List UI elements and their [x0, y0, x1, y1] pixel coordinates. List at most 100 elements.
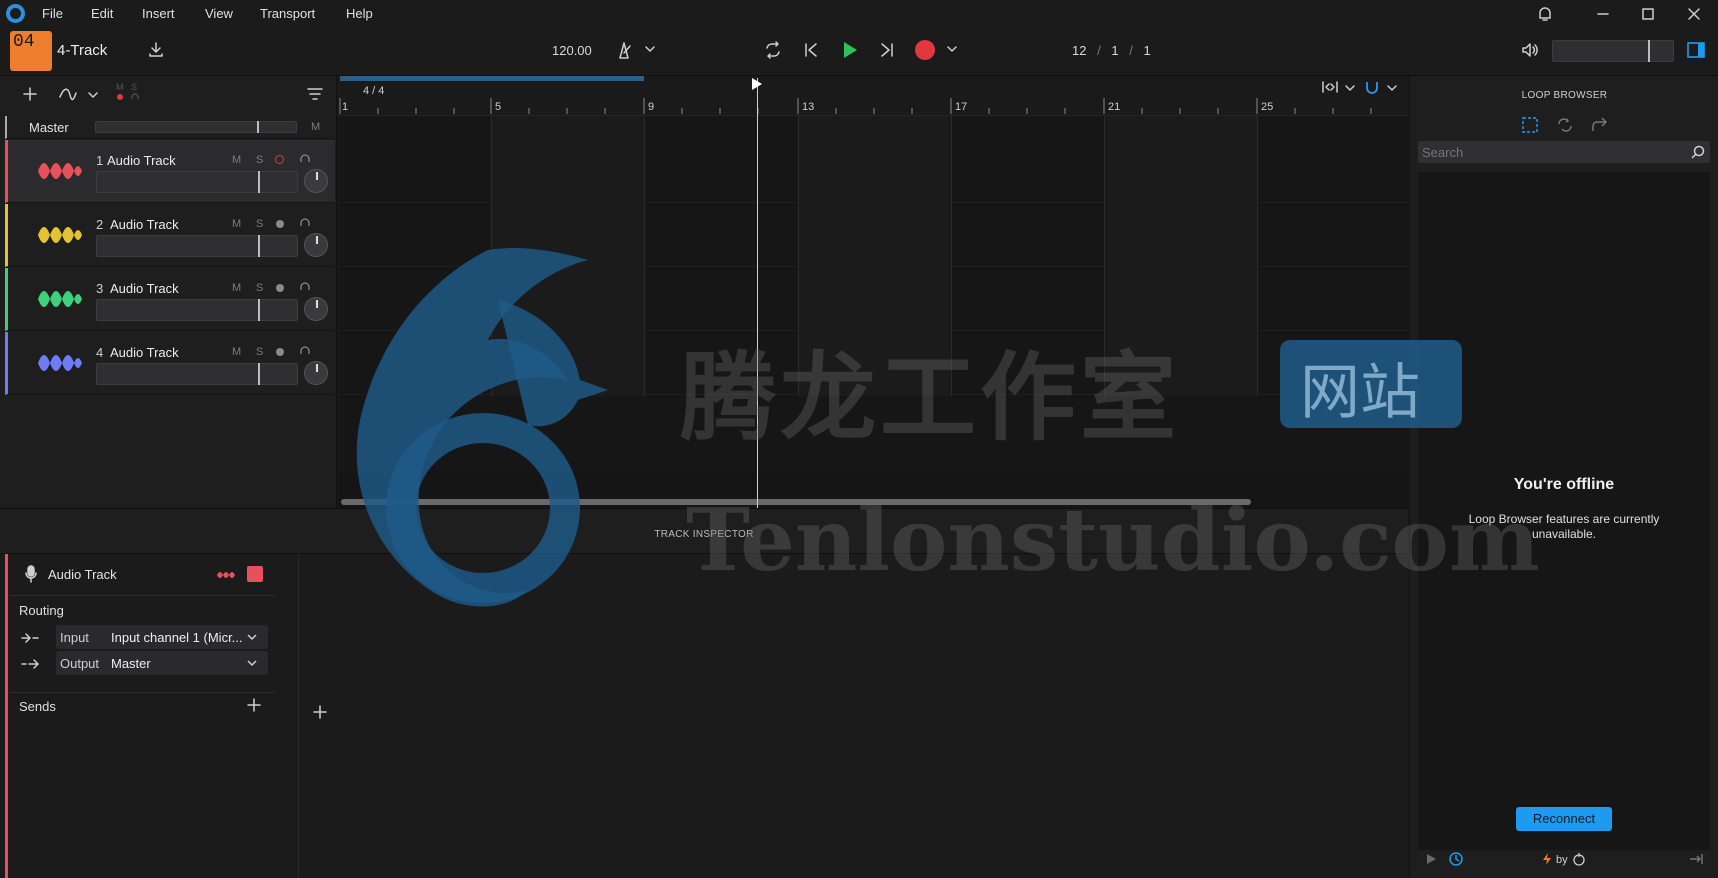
- mute-button[interactable]: M: [232, 346, 241, 358]
- arrange-view[interactable]: [338, 76, 1408, 508]
- horizontal-scrollbar[interactable]: [341, 499, 1251, 505]
- global-record-dot[interactable]: [117, 94, 123, 100]
- menu-view[interactable]: View: [205, 6, 233, 21]
- project-badge[interactable]: 04: [10, 31, 52, 71]
- track-row[interactable]: 2 Audio Track M S: [5, 204, 335, 267]
- loop-browser-panel: LOOP BROWSER You're offline Loop Browser…: [1409, 76, 1718, 878]
- record-arm-button[interactable]: [276, 284, 284, 292]
- timeline-ruler[interactable]: 4 / 4 1 5 9 13 17 21 25: [338, 76, 1408, 116]
- maximize-icon[interactable]: [1640, 6, 1656, 22]
- inspector-track-name[interactable]: Audio Track: [48, 567, 117, 582]
- playhead[interactable]: [757, 78, 758, 508]
- add-insert-icon[interactable]: [313, 705, 327, 719]
- select-icon[interactable]: [1521, 116, 1539, 134]
- monitor-icon[interactable]: [299, 281, 311, 293]
- track-color-swatch[interactable]: [247, 566, 263, 582]
- monitor-icon[interactable]: [299, 217, 311, 229]
- menu-help[interactable]: Help: [346, 6, 373, 21]
- track-name[interactable]: Audio Track: [107, 153, 176, 168]
- loop-search-field[interactable]: [1418, 141, 1710, 163]
- global-mute-label[interactable]: M: [116, 82, 124, 92]
- loop-icon[interactable]: [762, 39, 784, 61]
- bar-number: 25: [1261, 101, 1274, 113]
- waveform-icon: [38, 291, 82, 307]
- track-name[interactable]: Audio Track: [110, 345, 179, 360]
- loop-search-input[interactable]: [1422, 143, 1672, 161]
- track-row[interactable]: 1 Audio Track M S: [5, 140, 335, 203]
- playhead-marker-icon[interactable]: [752, 78, 762, 90]
- zoom-dropdown-icon[interactable]: [1344, 82, 1356, 94]
- tempo-value[interactable]: 120.00: [552, 43, 592, 58]
- global-solo-label[interactable]: S: [131, 82, 137, 92]
- snap-magnet-icon[interactable]: [1364, 79, 1380, 97]
- automation-dropdown-icon[interactable]: [87, 89, 99, 101]
- master-mute-button[interactable]: M: [311, 121, 320, 133]
- mute-button[interactable]: M: [232, 154, 241, 166]
- track-inspector-header[interactable]: TRACK INSPECTOR: [0, 508, 1408, 554]
- download-icon[interactable]: [147, 41, 165, 59]
- menu-transport[interactable]: Transport: [260, 6, 315, 21]
- track-name[interactable]: Audio Track: [110, 281, 179, 296]
- track-row[interactable]: 3 Audio Track M S: [5, 268, 335, 331]
- search-icon[interactable]: [1690, 144, 1706, 160]
- record-arm-button[interactable]: [275, 155, 284, 164]
- solo-button[interactable]: S: [256, 282, 263, 294]
- mute-button[interactable]: M: [232, 218, 241, 230]
- record-icon[interactable]: [915, 40, 935, 60]
- pan-knob[interactable]: [304, 361, 328, 385]
- play-icon[interactable]: [840, 39, 860, 61]
- pan-knob[interactable]: [304, 297, 328, 321]
- inspector-waveform-icon[interactable]: [216, 568, 236, 582]
- add-send-icon[interactable]: [247, 698, 261, 712]
- collapse-panel-icon[interactable]: [1688, 852, 1704, 866]
- pan-knob[interactable]: [304, 169, 328, 193]
- add-track-icon[interactable]: [22, 86, 38, 102]
- metronome-dropdown-icon[interactable]: [644, 43, 656, 55]
- menu-insert[interactable]: Insert: [142, 6, 175, 21]
- track-volume-fader[interactable]: [96, 363, 298, 385]
- menu-file[interactable]: File: [42, 6, 63, 21]
- redo-icon[interactable]: [1590, 116, 1610, 134]
- track-volume-fader[interactable]: [96, 299, 298, 321]
- position-display[interactable]: 12 / 1 / 1: [1072, 43, 1151, 58]
- input-select[interactable]: Input Input channel 1 (Micr...: [56, 625, 268, 649]
- preview-play-icon[interactable]: [1424, 852, 1438, 866]
- master-volume-slider[interactable]: [1552, 40, 1674, 62]
- solo-button[interactable]: S: [256, 346, 263, 358]
- monitor-icon[interactable]: [299, 153, 311, 165]
- track-volume-fader[interactable]: [96, 235, 298, 257]
- close-icon[interactable]: [1686, 6, 1702, 22]
- menu-edit[interactable]: Edit: [91, 6, 113, 21]
- record-dropdown-icon[interactable]: [946, 43, 958, 55]
- automation-icon[interactable]: [58, 85, 78, 103]
- track-volume-fader[interactable]: [96, 171, 298, 193]
- snap-dropdown-icon[interactable]: [1386, 82, 1398, 94]
- record-arm-button[interactable]: [276, 348, 284, 356]
- output-select[interactable]: Output Master: [56, 651, 268, 675]
- solo-button[interactable]: S: [256, 218, 263, 230]
- track-name[interactable]: Audio Track: [110, 217, 179, 232]
- project-title[interactable]: 4-Track: [57, 42, 107, 59]
- bell-icon[interactable]: [1536, 5, 1554, 23]
- pan-knob[interactable]: [304, 233, 328, 257]
- mute-button[interactable]: M: [232, 282, 241, 294]
- master-fader[interactable]: [95, 121, 297, 133]
- loop-refresh-icon[interactable]: [1555, 116, 1575, 134]
- volume-icon[interactable]: [1520, 41, 1540, 59]
- skip-forward-icon[interactable]: [878, 40, 896, 60]
- solo-button[interactable]: S: [256, 154, 263, 166]
- monitor-icon[interactable]: [299, 345, 311, 357]
- skip-back-icon[interactable]: [802, 40, 820, 60]
- track-menu-icon[interactable]: [306, 86, 324, 102]
- clock-icon[interactable]: [1448, 851, 1464, 867]
- zoom-fit-icon[interactable]: [1320, 80, 1340, 94]
- loop-region[interactable]: [340, 76, 644, 81]
- master-track[interactable]: Master M: [5, 116, 335, 139]
- track-row[interactable]: 4 Audio Track M S: [5, 332, 335, 395]
- record-arm-button[interactable]: [276, 220, 284, 228]
- minimize-icon[interactable]: [1595, 6, 1611, 22]
- metronome-icon[interactable]: [614, 40, 634, 60]
- reconnect-button[interactable]: Reconnect: [1516, 807, 1612, 831]
- panel-toggle-icon[interactable]: [1686, 41, 1706, 59]
- global-monitor-icon[interactable]: [130, 92, 140, 102]
